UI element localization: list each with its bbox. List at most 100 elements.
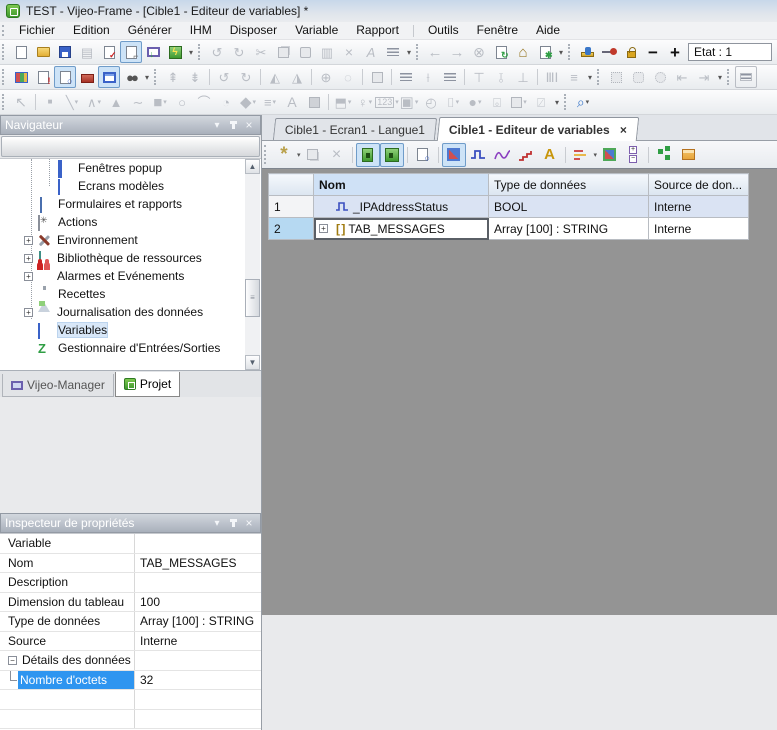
lock-button[interactable] [620, 41, 642, 63]
trend-tool-button[interactable]: ⍁ [530, 91, 552, 113]
property-row-nom[interactable]: Nom TAB_MESSAGES [0, 554, 261, 574]
anim-5-button[interactable]: ⇥ [693, 66, 715, 88]
property-row-empty[interactable] [0, 690, 261, 710]
new-variable-button[interactable]: * [272, 143, 296, 167]
align-right-button[interactable] [439, 66, 461, 88]
open-project-button[interactable] [32, 41, 54, 63]
screen-properties-button[interactable] [10, 66, 32, 88]
distribute-v-button[interactable]: ≡ [563, 66, 585, 88]
resize-button[interactable] [366, 66, 388, 88]
variable-name-cell[interactable]: + [ ] TAB_MESSAGES [314, 218, 489, 240]
collapse-icon[interactable]: − [8, 656, 17, 665]
filter-integer-button[interactable] [514, 143, 538, 167]
arc-button[interactable]: ⌒ [193, 91, 215, 113]
preview-button[interactable]: ○ [411, 143, 435, 167]
variable-source-cell[interactable]: Interne [649, 218, 749, 240]
screen-panel-button[interactable] [98, 66, 120, 88]
tree-item-formulaires[interactable]: Formulaires et rapports [0, 195, 261, 213]
expand-icon[interactable]: + [319, 224, 328, 233]
align-center-button[interactable]: ⟊ [417, 66, 439, 88]
scroll-down-button[interactable]: ▼ [245, 355, 260, 370]
curve-button[interactable]: ∼ [127, 91, 149, 113]
group-button[interactable]: ⊕ [315, 66, 337, 88]
camera-tool-button[interactable]: ⌻ [486, 91, 508, 113]
row-number-cell[interactable]: 1 [269, 196, 314, 218]
column-header-type[interactable]: Type de données [489, 174, 649, 196]
navigator-menu-button[interactable]: ▾ [210, 118, 224, 132]
touch-tool-button[interactable] [576, 41, 598, 63]
filter-string-button[interactable]: A [538, 143, 562, 167]
slider-tool-button[interactable] [598, 41, 620, 63]
tab-vijeo-manager[interactable]: Vijeo-Manager [2, 374, 114, 397]
target-properties-button[interactable]: ⌐ [120, 41, 142, 63]
align-middle-button[interactable]: ⫱ [490, 66, 512, 88]
select-button[interactable]: ↖ [10, 91, 32, 113]
variable-type-cell[interactable]: BOOL [489, 196, 649, 218]
menu-fenetre[interactable]: Fenêtre [468, 22, 527, 39]
align-top-button[interactable]: ⊤ [468, 66, 490, 88]
tree-item-variables[interactable]: Variables [0, 321, 261, 339]
target-view-button[interactable] [356, 143, 380, 167]
close-tab-icon[interactable]: × [620, 123, 627, 137]
tree-item-ecrans-modeles[interactable]: Ecrans modèles [0, 177, 261, 195]
column-header-source[interactable]: Source de don... [649, 174, 749, 196]
block-tool-button[interactable]: ▣▾ [398, 91, 420, 113]
back-button[interactable]: ← [424, 41, 446, 63]
property-row-variable[interactable]: Variable [0, 534, 261, 554]
print-button[interactable]: ▤ [76, 41, 98, 63]
property-row-empty[interactable] [0, 710, 261, 730]
anim-2-button[interactable] [627, 66, 649, 88]
expand-icon[interactable]: + [24, 272, 33, 281]
toolbar3-grip-2[interactable] [564, 94, 569, 111]
tree-item-alarmes[interactable]: + Alarmes et Evénements [0, 267, 261, 285]
property-row-details[interactable]: −Détails des données [0, 651, 261, 671]
dot-button[interactable]: ■ [39, 91, 61, 113]
cut-button[interactable]: ✂ [250, 41, 272, 63]
duplicate-variable-button[interactable] [301, 143, 325, 167]
tree-item-gestionnaire-io[interactable]: Z Gestionnaire d'Entrées/Sorties [0, 339, 261, 357]
toolbar2-grip-3[interactable] [597, 69, 602, 86]
property-row-description[interactable]: Description [0, 573, 261, 593]
inspector-pin-button[interactable] [226, 516, 240, 530]
variable-source-cell[interactable]: Interne [649, 196, 749, 218]
zoom-out-button[interactable]: − [642, 41, 664, 63]
bargraph-tool-button[interactable]: ⌷▾ [442, 91, 464, 113]
etoolbar-grip[interactable] [264, 145, 269, 164]
toolbar1-grip-4[interactable] [568, 44, 573, 61]
lower-layer-button[interactable]: ⇟ [184, 66, 206, 88]
text-button[interactable]: A [281, 91, 303, 113]
star-shape-button[interactable]: ◆▾ [237, 91, 259, 113]
anim-3-button[interactable] [649, 66, 671, 88]
home-button[interactable]: ⌂ [512, 41, 534, 63]
toolbar1-overflow-2[interactable]: ▾ [404, 48, 414, 57]
etat-field[interactable]: Etat : 1 [688, 43, 772, 61]
menu-rapport[interactable]: Rapport [347, 22, 408, 39]
download-to-target-button[interactable]: ↓ [142, 41, 164, 63]
tree-scrollbar[interactable]: ▲ ≡ ▼ [245, 159, 260, 370]
expand-icon[interactable]: + [24, 308, 33, 317]
column-header-nom[interactable]: Nom [314, 174, 489, 196]
anim-1-button[interactable] [605, 66, 627, 88]
menu-aide[interactable]: Aide [527, 22, 569, 39]
polyline-button[interactable]: ∧▾ [83, 91, 105, 113]
numeric-display-button[interactable]: 123▾ [376, 91, 398, 113]
flip-horizontal-button[interactable]: ◮ [286, 66, 308, 88]
align-bottom-button[interactable]: ⊥ [512, 66, 534, 88]
pie-button[interactable]: ◔ [215, 91, 237, 113]
toolbar2-overflow-3[interactable]: ▾ [715, 73, 725, 82]
anim-4-button[interactable]: ⇤ [671, 66, 693, 88]
navigator-pin-button[interactable] [226, 118, 240, 132]
report-button[interactable]: ! [32, 66, 54, 88]
filter-analog-button[interactable] [490, 143, 514, 167]
toolbar1-grip-2[interactable] [198, 44, 203, 61]
ungroup-button[interactable]: ◌ [337, 66, 359, 88]
menu-variable[interactable]: Variable [286, 22, 347, 39]
redo-button[interactable]: ↻ [228, 41, 250, 63]
tree-item-actions[interactable]: Actions [0, 213, 261, 231]
ellipse-button[interactable]: ○ [171, 91, 193, 113]
menu-fichier[interactable]: Fichier [10, 22, 64, 39]
polygon-button[interactable]: ▲ [105, 91, 127, 113]
stop-button[interactable]: ⊗ [468, 41, 490, 63]
align-left-button[interactable] [395, 66, 417, 88]
distribute-h-button[interactable]: ⅢⅠ [541, 66, 563, 88]
